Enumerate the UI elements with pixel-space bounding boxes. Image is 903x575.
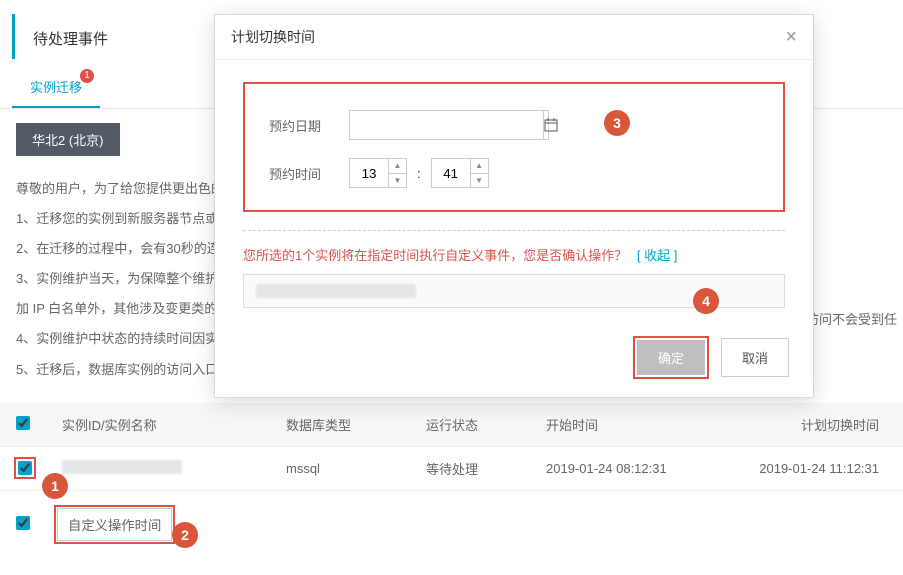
footer-checkbox[interactable] <box>16 516 30 530</box>
col-header-plan: 计划切换时间 <box>746 415 887 434</box>
custom-time-button[interactable]: 自定义操作时间 <box>57 508 172 541</box>
cell-state: 等待处理 <box>426 459 546 478</box>
col-header-name: 实例ID/实例名称 <box>56 415 286 434</box>
minute-input[interactable] <box>432 159 470 187</box>
table-row: mssql 等待处理 2019-01-24 08:12:31 2019-01-2… <box>0 447 903 491</box>
table-footer: 自定义操作时间 <box>0 491 903 554</box>
calendar-icon[interactable] <box>543 111 558 139</box>
schedule-form-area: 预约日期 预约时间 ▲▼ : ▲▼ <box>243 82 785 212</box>
time-label: 预约时间 <box>269 164 349 183</box>
tab-label: 实例迁移 <box>30 80 82 95</box>
hour-down-icon[interactable]: ▼ <box>389 174 406 188</box>
modal-title: 计划切换时间 <box>231 27 315 47</box>
select-all-checkbox[interactable] <box>16 416 30 430</box>
tab-instance-migration[interactable]: 实例迁移 1 <box>12 67 100 108</box>
hour-input[interactable] <box>350 159 388 187</box>
callout-1: 1 <box>42 473 68 499</box>
cell-dbtype: mssql <box>286 461 426 476</box>
cell-plan: 2019-01-24 11:12:31 <box>746 461 887 476</box>
date-input-wrapper <box>349 110 549 140</box>
collapse-link[interactable]: [ 收起 ] <box>637 248 677 263</box>
callout-4: 4 <box>693 288 719 314</box>
divider <box>243 230 785 231</box>
minute-spinner: ▲▼ <box>431 158 489 188</box>
region-selector-button[interactable]: 华北2 (北京) <box>16 123 120 156</box>
time-separator: : <box>417 166 421 181</box>
table-header: 实例ID/实例名称 数据库类型 运行状态 开始时间 计划切换时间 <box>0 403 903 447</box>
confirm-warning: 您所选的1个实例将在指定时间执行自定义事件，您是否确认操作？ <box>243 248 627 263</box>
minute-up-icon[interactable]: ▲ <box>471 159 488 174</box>
row-checkbox[interactable] <box>18 461 32 475</box>
events-table: 实例ID/实例名称 数据库类型 运行状态 开始时间 计划切换时间 mssql 等… <box>0 403 903 554</box>
cell-start: 2019-01-24 08:12:31 <box>546 461 746 476</box>
close-icon[interactable]: × <box>785 27 797 47</box>
hour-spinner: ▲▼ <box>349 158 407 188</box>
confirm-button[interactable]: 确定 <box>637 340 705 375</box>
hour-up-icon[interactable]: ▲ <box>389 159 406 174</box>
instance-id-blurred <box>62 460 182 474</box>
col-header-state: 运行状态 <box>426 415 546 434</box>
callout-2: 2 <box>172 522 198 548</box>
cancel-button[interactable]: 取消 <box>721 338 789 377</box>
instance-id-blurred <box>256 284 416 298</box>
date-label: 预约日期 <box>269 116 349 135</box>
tab-badge: 1 <box>80 69 94 83</box>
schedule-modal: 计划切换时间 × 预约日期 预约时间 ▲▼ : <box>214 14 814 398</box>
col-header-start: 开始时间 <box>546 415 746 434</box>
date-input[interactable] <box>350 111 543 139</box>
minute-down-icon[interactable]: ▼ <box>471 174 488 188</box>
callout-3: 3 <box>604 110 630 136</box>
col-header-dbtype: 数据库类型 <box>286 415 426 434</box>
